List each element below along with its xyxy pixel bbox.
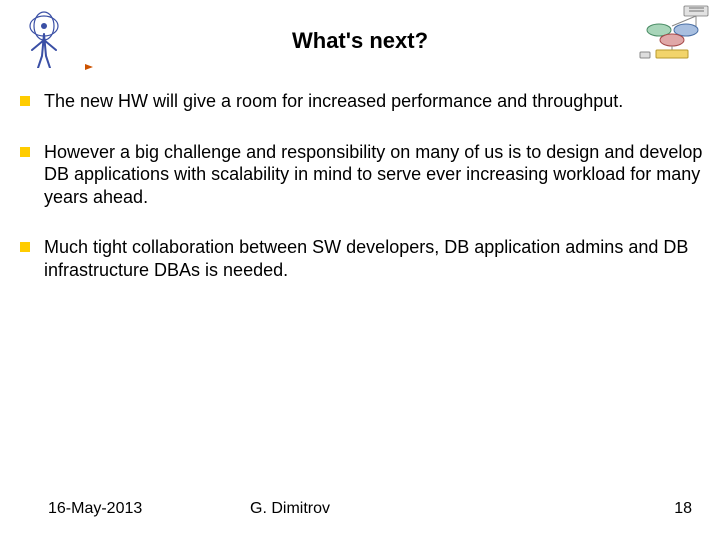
bullet-icon bbox=[20, 242, 30, 252]
slide-header: What's next? bbox=[0, 0, 720, 80]
bullet-text: However a big challenge and responsibili… bbox=[44, 141, 710, 209]
title-underline bbox=[85, 63, 625, 71]
bullet-icon bbox=[20, 147, 30, 157]
bullet-list: The new HW will give a room for increase… bbox=[20, 90, 710, 309]
footer-author: G. Dimitrov bbox=[250, 500, 330, 518]
footer-date: 16-May-2013 bbox=[48, 500, 142, 518]
slide-title: What's next? bbox=[0, 28, 720, 54]
list-item: The new HW will give a room for increase… bbox=[20, 90, 710, 113]
bullet-text: Much tight collaboration between SW deve… bbox=[44, 236, 710, 281]
footer-page-number: 18 bbox=[674, 500, 692, 518]
list-item: Much tight collaboration between SW deve… bbox=[20, 236, 710, 281]
list-item: However a big challenge and responsibili… bbox=[20, 141, 710, 209]
bullet-icon bbox=[20, 96, 30, 106]
bullet-text: The new HW will give a room for increase… bbox=[44, 90, 710, 113]
